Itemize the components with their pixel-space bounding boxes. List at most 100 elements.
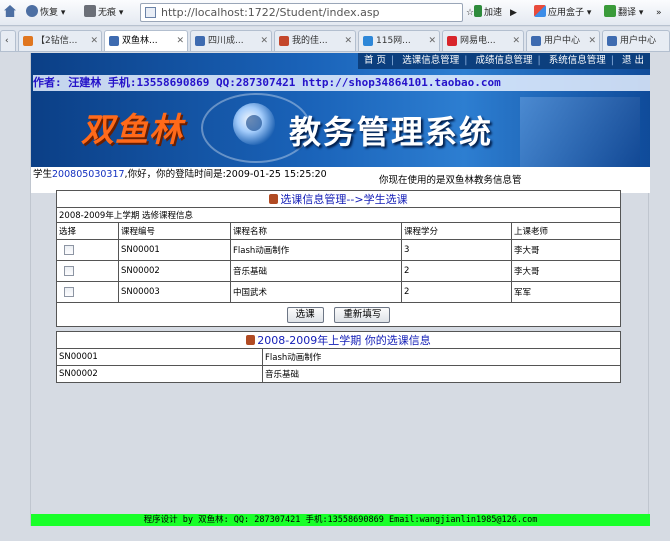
tab-4[interactable]: 115网... ✕ (358, 30, 440, 51)
course-credit: 2 (401, 281, 512, 303)
tab-3[interactable]: 我的佳... ✕ (274, 30, 356, 51)
accelerate-button[interactable]: 加速 (474, 5, 506, 21)
close-icon[interactable]: ✕ (588, 31, 596, 51)
course-select-table: 选课信息管理-->学生选课 2008-2009年上学期 选修课程信息 选择 课程… (56, 190, 621, 327)
address-text: http://localhost:1722/Student/index.asp (161, 6, 380, 19)
table-row: SN00001 Flash动画制作 (56, 348, 621, 366)
course-credit: 3 (401, 239, 512, 261)
appbox-label: 应用盒子 (548, 8, 585, 18)
course-checkbox[interactable] (64, 265, 74, 276)
tab-label: 【2钻信... (36, 36, 78, 46)
tab-favicon-icon (109, 36, 119, 46)
tab-6[interactable]: 用户中心 ✕ (526, 30, 600, 51)
tab-label: 115网... (376, 36, 411, 46)
table-row: SN00002 音乐基础 2 李大哥 (56, 260, 621, 282)
tab-favicon-icon (607, 36, 617, 46)
course-code: SN00001 (118, 239, 231, 261)
go-button[interactable]: ▶ (510, 5, 517, 21)
welcome-text: 学生200805030317,你好，你的登陆时间是:2009-01-25 15:… (33, 169, 333, 180)
incognito-button[interactable]: 无痕 ▾ (84, 5, 123, 21)
browser-toolbar: 恢复 ▾ 无痕 ▾ http://localhost:1722/Student/… (0, 0, 670, 26)
tab-label: 双鱼林... (122, 36, 158, 46)
tab-favicon-icon (531, 36, 541, 46)
course-select-form: 选课信息管理-->学生选课 2008-2009年上学期 选修课程信息 选择 课程… (56, 190, 621, 327)
login-time: ,你好，你的登陆时间是:2009-01-25 15:25:20 (124, 169, 327, 180)
accelerate-label: 加速 (484, 8, 503, 18)
course-checkbox[interactable] (64, 244, 74, 255)
table-row: SN00001 Flash动画制作 3 李大哥 (56, 239, 621, 261)
address-bar[interactable]: http://localhost:1722/Student/index.asp (140, 3, 463, 22)
restore-button[interactable]: 恢复 ▾ (26, 5, 65, 21)
section-icon (269, 194, 279, 204)
nav-system-mgmt-link[interactable]: 系统信息管理 (549, 55, 606, 66)
tab-label: 四川成... (208, 36, 244, 46)
course-code: SN00001 (56, 348, 263, 366)
more-button[interactable]: » (656, 5, 662, 21)
course-code: SN00002 (56, 365, 263, 383)
submit-select-button[interactable]: 选课 (286, 306, 324, 323)
chevron-left-icon: ‹ (5, 36, 9, 46)
reset-button[interactable]: 重新填写 (334, 306, 391, 323)
section-icon (246, 335, 256, 345)
bookmark-star-button[interactable]: ☆ (466, 5, 474, 21)
tab-5[interactable]: 网易电... ✕ (442, 30, 524, 51)
section-title: 选课信息管理-->学生选课 (280, 193, 408, 206)
tab-2[interactable]: 四川成... ✕ (190, 30, 272, 51)
translate-icon (604, 5, 616, 17)
tab-label: 网易电... (460, 36, 496, 46)
col-header: 课程学分 (401, 222, 512, 240)
tab-7[interactable]: 用户中心 (602, 30, 670, 51)
close-icon[interactable]: ✕ (428, 31, 436, 51)
course-code: SN00003 (118, 281, 231, 303)
star-icon: ☆ (466, 8, 475, 18)
tab-scroll-left[interactable]: ‹ (0, 30, 16, 51)
term-line: 2008-2009年上学期 选修课程信息 (56, 207, 621, 223)
close-icon[interactable]: ✕ (90, 31, 98, 51)
nav-select-mgmt-link[interactable]: 选课信息管理 (402, 55, 459, 66)
translate-button[interactable]: 翻译 ▾ (604, 5, 643, 21)
tab-0[interactable]: 【2钻信... ✕ (18, 30, 102, 51)
close-icon[interactable]: ✕ (512, 31, 520, 51)
close-icon[interactable]: ✕ (176, 31, 184, 51)
back-arrow-icon (26, 5, 38, 17)
home-button[interactable] (4, 5, 18, 21)
close-icon[interactable]: ✕ (344, 31, 352, 51)
my-courses-table: 2008-2009年上学期 你的选课信息 SN00001 Flash动画制作 S… (56, 331, 621, 383)
footer: 程序设计 by 双鱼林: QQ: 287307421 手机:1355869086… (31, 514, 650, 526)
play-icon: ▶ (510, 8, 517, 18)
appbox-button[interactable]: 应用盒子 ▾ (534, 5, 591, 21)
col-header: 选择 (56, 222, 119, 240)
course-code: SN00002 (118, 260, 231, 282)
close-icon[interactable]: ✕ (260, 31, 268, 51)
logo-title: 教务管理系统 (289, 113, 494, 151)
section-header: 选课信息管理-->学生选课 (56, 190, 621, 208)
course-name: 中国武术 (230, 281, 402, 303)
tab-label: 用户中心 (544, 36, 581, 46)
nav-home-link[interactable]: 首 页 (364, 55, 386, 66)
welcome-prefix: 学生 (33, 169, 53, 180)
banner-building-graphic (520, 97, 640, 167)
banner: 首 页 | 选课信息管理 | 成绩信息管理 | 系统信息管理 | 退 出 作者: 汪建林… (31, 53, 650, 167)
nav-score-mgmt-link[interactable]: 成绩信息管理 (475, 55, 532, 66)
course-checkbox[interactable] (64, 286, 74, 297)
system-note: 你现在使用的是双鱼林教务信息管 (379, 175, 522, 186)
course-name: 音乐基础 (262, 365, 621, 383)
my-courses-panel: 2008-2009年上学期 你的选课信息 SN00001 Flash动画制作 S… (56, 331, 621, 383)
tab-label: 我的佳... (292, 36, 328, 46)
author-line: 作者: 汪建林 手机:13558690869 QQ:287307421 http… (33, 75, 650, 91)
logo-orb-core (246, 115, 262, 131)
home-icon (4, 5, 16, 17)
course-name: 音乐基础 (230, 260, 402, 282)
lightning-icon (474, 5, 482, 17)
tab-favicon-icon (447, 36, 457, 46)
course-teacher: 李大哥 (511, 260, 621, 282)
col-header: 课程编号 (118, 222, 231, 240)
course-name: Flash动画制作 (230, 239, 402, 261)
tab-bar: ‹ 【2钻信... ✕ 双鱼林... ✕ 四川成... ✕ 我的佳... ✕ 115网.… (0, 27, 670, 52)
tab-favicon-icon (279, 36, 289, 46)
tab-1[interactable]: 双鱼林... ✕ (104, 30, 188, 51)
course-name: Flash动画制作 (262, 348, 621, 366)
col-header: 上课老师 (511, 222, 621, 240)
nav-logout-link[interactable]: 退 出 (622, 55, 644, 66)
col-header: 课程名称 (230, 222, 402, 240)
